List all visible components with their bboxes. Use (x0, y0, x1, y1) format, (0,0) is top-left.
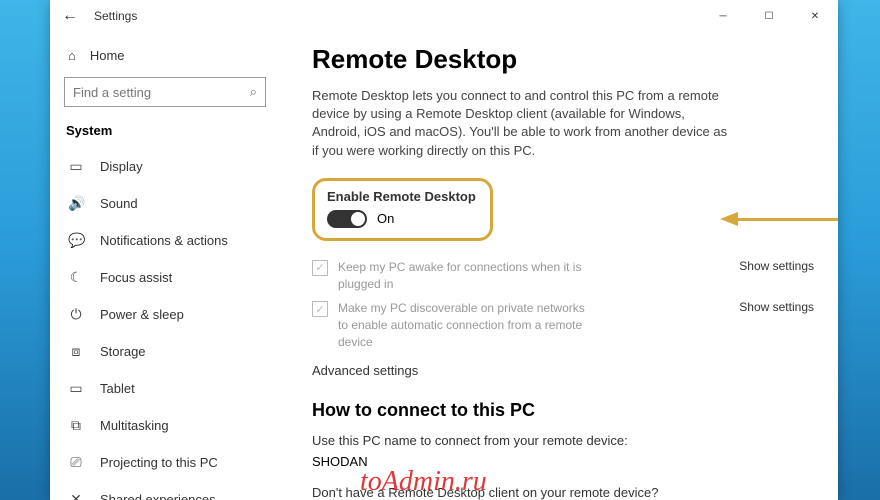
home-icon: ⌂ (68, 48, 76, 63)
sidebar-item-display[interactable]: ▭ Display (62, 148, 268, 185)
sidebar-item-label: Display (100, 159, 143, 174)
sidebar-item-sound[interactable]: 🔊 Sound (62, 185, 268, 222)
toggle-state: On (377, 211, 394, 226)
discoverable-checkbox[interactable]: ✓ (312, 301, 328, 317)
nav-list: ▭ Display 🔊 Sound 💬 Notifications & actions… (62, 148, 268, 500)
search-input[interactable]: Find a setting ⌕ (64, 77, 266, 107)
connect-text: Use this PC name to connect from your re… (312, 433, 814, 448)
sidebar-item-label: Notifications & actions (100, 233, 228, 248)
sidebar-item-focus-assist[interactable]: ☾ Focus assist (62, 259, 268, 296)
sidebar-item-shared[interactable]: ✕ Shared experiences (62, 481, 268, 500)
maximize-button[interactable]: ☐ (746, 0, 792, 32)
sidebar-item-power[interactable]: ⏻ Power & sleep (62, 296, 268, 333)
keep-awake-row: ✓ Keep my PC awake for connections when … (312, 259, 814, 293)
search-icon: ⌕ (250, 84, 257, 100)
settings-window: ← Settings ─ ☐ ✕ ⌂ Home Find a setting ⌕… (50, 0, 838, 500)
toggle-label: Enable Remote Desktop (327, 189, 476, 204)
advanced-settings-link[interactable]: Advanced settings (312, 363, 814, 378)
titlebar: ← Settings ─ ☐ ✕ (50, 0, 838, 32)
window-title: Settings (94, 9, 137, 23)
discoverable-label: Make my PC discoverable on private netwo… (338, 300, 598, 350)
power-icon: ⏻ (68, 306, 84, 323)
home-link[interactable]: ⌂ Home (62, 40, 268, 71)
sound-icon: 🔊 (68, 195, 84, 212)
projecting-icon: ⎚ (68, 454, 84, 471)
storage-icon: ⧈ (68, 343, 84, 360)
keep-awake-checkbox[interactable]: ✓ (312, 260, 328, 276)
sidebar-item-notifications[interactable]: 💬 Notifications & actions (62, 222, 268, 259)
sidebar-item-label: Sound (100, 196, 138, 211)
enable-remote-desktop-toggle[interactable] (327, 210, 367, 228)
tablet-icon: ▭ (68, 380, 84, 397)
sidebar-item-label: Shared experiences (100, 492, 216, 500)
section-label: System (62, 117, 268, 148)
home-label: Home (90, 48, 125, 63)
highlight-arrow (720, 212, 838, 226)
multitasking-icon: ⧉ (68, 417, 84, 434)
search-placeholder: Find a setting (73, 85, 250, 100)
sidebar-item-label: Power & sleep (100, 307, 184, 322)
sidebar-item-label: Tablet (100, 381, 135, 396)
discoverable-row: ✓ Make my PC discoverable on private net… (312, 300, 814, 350)
sidebar-item-projecting[interactable]: ⎚ Projecting to this PC (62, 444, 268, 481)
focus-icon: ☾ (68, 269, 84, 286)
connect-heading: How to connect to this PC (312, 400, 814, 421)
enable-remote-desktop-block: Enable Remote Desktop On (312, 178, 493, 241)
pc-name: SHODAN (312, 454, 814, 469)
main-panel: Remote Desktop Remote Desktop lets you c… (280, 32, 838, 500)
sidebar-item-label: Projecting to this PC (100, 455, 218, 470)
client-question: Don't have a Remote Desktop client on yo… (312, 485, 814, 500)
notifications-icon: 💬 (68, 232, 84, 249)
show-settings-link-1[interactable]: Show settings (739, 259, 814, 273)
sidebar-item-label: Storage (100, 344, 146, 359)
page-title: Remote Desktop (312, 44, 814, 75)
intro-text: Remote Desktop lets you connect to and c… (312, 87, 732, 160)
display-icon: ▭ (68, 158, 84, 175)
minimize-button[interactable]: ─ (700, 0, 746, 32)
sidebar: ⌂ Home Find a setting ⌕ System ▭ Display … (50, 32, 280, 500)
sidebar-item-multitasking[interactable]: ⧉ Multitasking (62, 407, 268, 444)
sidebar-item-tablet[interactable]: ▭ Tablet (62, 370, 268, 407)
show-settings-link-2[interactable]: Show settings (739, 300, 814, 314)
sidebar-item-label: Focus assist (100, 270, 172, 285)
sidebar-item-storage[interactable]: ⧈ Storage (62, 333, 268, 370)
close-button[interactable]: ✕ (792, 0, 838, 32)
shared-icon: ✕ (68, 491, 84, 500)
back-button[interactable]: ← (62, 7, 86, 25)
sidebar-item-label: Multitasking (100, 418, 169, 433)
keep-awake-label: Keep my PC awake for connections when it… (338, 259, 598, 293)
